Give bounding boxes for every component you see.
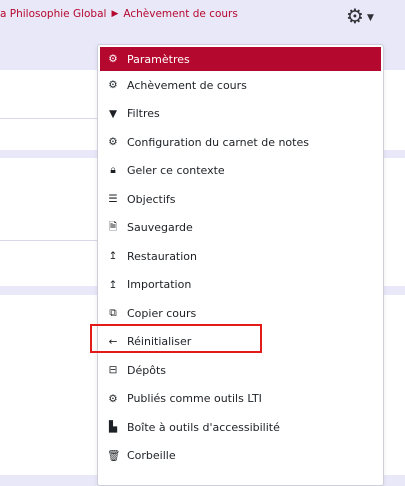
breadcrumb-current-link[interactable]: Achèvement de cours: [123, 8, 237, 20]
menu-item-objectifs[interactable]: ☰ Objectifs: [98, 185, 383, 214]
gear-icon: ⚙: [108, 392, 118, 405]
menu-item-label: Paramètres: [127, 52, 190, 66]
copy-icon: ⧉: [109, 306, 117, 319]
menu-item-label: Geler ce contexte: [127, 164, 225, 178]
gear-icon: ⚙: [108, 79, 118, 92]
menu-item-geler-ce-contexte[interactable]: 🔒︎ Geler ce contexte: [98, 157, 383, 186]
filter-icon: ▼: [108, 107, 118, 120]
chevron-down-icon: ▼: [366, 12, 374, 23]
upload-icon: ↥: [108, 278, 118, 291]
menu-item-label: Filtres: [127, 107, 160, 121]
menu-item-configuration-carnet-de-notes[interactable]: ⚙ Configuration du carnet de notes: [98, 128, 383, 157]
divider: [0, 118, 100, 119]
menu-item-label: Importation: [127, 278, 192, 292]
menu-item-label: Réinitialiser: [127, 335, 192, 349]
menu-item-filtres[interactable]: ▼ Filtres: [98, 100, 383, 129]
menu-item-sauvegarde[interactable]: 🗎 Sauvegarde: [98, 214, 383, 243]
menu-item-label: Publiés comme outils LTI: [127, 392, 262, 406]
repository-icon: ⊟: [108, 364, 118, 377]
menu-item-parametres[interactable]: ⚙ Paramètres: [100, 47, 381, 71]
menu-item-depots[interactable]: ⊟ Dépôts: [98, 356, 383, 385]
divider: [0, 240, 100, 241]
lock-icon: 🔒︎: [110, 164, 116, 177]
menu-item-label: Dépôts: [127, 363, 166, 377]
upload-icon: ↥: [108, 250, 118, 263]
menu-item-achevement-de-cours[interactable]: ⚙ Achèvement de cours: [98, 71, 383, 100]
menu-item-label: Achèvement de cours: [127, 78, 247, 92]
breadcrumb-separator-icon: ▶: [111, 9, 119, 19]
settings-menu-button[interactable]: ⚙ ▼: [346, 6, 374, 26]
menu-item-label: Restauration: [127, 249, 198, 263]
menu-item-boite-outils-accessibilite[interactable]: ▙ Boîte à outils d'accessibilité: [98, 413, 383, 442]
settings-dropdown-menu: ⚙ Paramètres ⚙ Achèvement de cours ▼ Fil…: [97, 44, 384, 486]
gear-icon: ⚙: [108, 53, 118, 65]
gear-icon: ⚙: [108, 136, 118, 149]
menu-item-label: Objectifs: [127, 192, 176, 206]
menu-item-label: Copier cours: [127, 306, 197, 320]
menu-item-label: Sauvegarde: [127, 221, 193, 235]
chart-icon: ▙: [108, 421, 118, 434]
breadcrumb-course-link[interactable]: a Philosophie Global: [0, 8, 106, 20]
breadcrumb: a Philosophie Global ▶ Achèvement de cou…: [0, 8, 238, 20]
menu-item-label: Boîte à outils d'accessibilité: [127, 420, 280, 434]
gear-icon: ⚙: [346, 4, 364, 28]
menu-item-restauration[interactable]: ↥ Restauration: [98, 242, 383, 271]
trash-icon: 🗑︎: [107, 450, 121, 463]
menu-item-label: Configuration du carnet de notes: [127, 135, 309, 149]
menu-item-label: Corbeille: [127, 449, 176, 463]
arrow-left-icon: ←: [108, 335, 118, 348]
list-icon: ☰: [108, 193, 118, 206]
menu-item-reinitialiser[interactable]: ← Réinitialiser: [98, 328, 383, 357]
top-bar: a Philosophie Global ▶ Achèvement de cou…: [0, 0, 405, 34]
menu-item-publies-outils-lti[interactable]: ⚙ Publiés comme outils LTI: [98, 385, 383, 414]
menu-item-importation[interactable]: ↥ Importation: [98, 271, 383, 300]
menu-item-corbeille[interactable]: 🗑︎ Corbeille: [98, 442, 383, 471]
menu-item-copier-cours[interactable]: ⧉ Copier cours: [98, 299, 383, 328]
file-icon: 🗎: [108, 220, 118, 233]
